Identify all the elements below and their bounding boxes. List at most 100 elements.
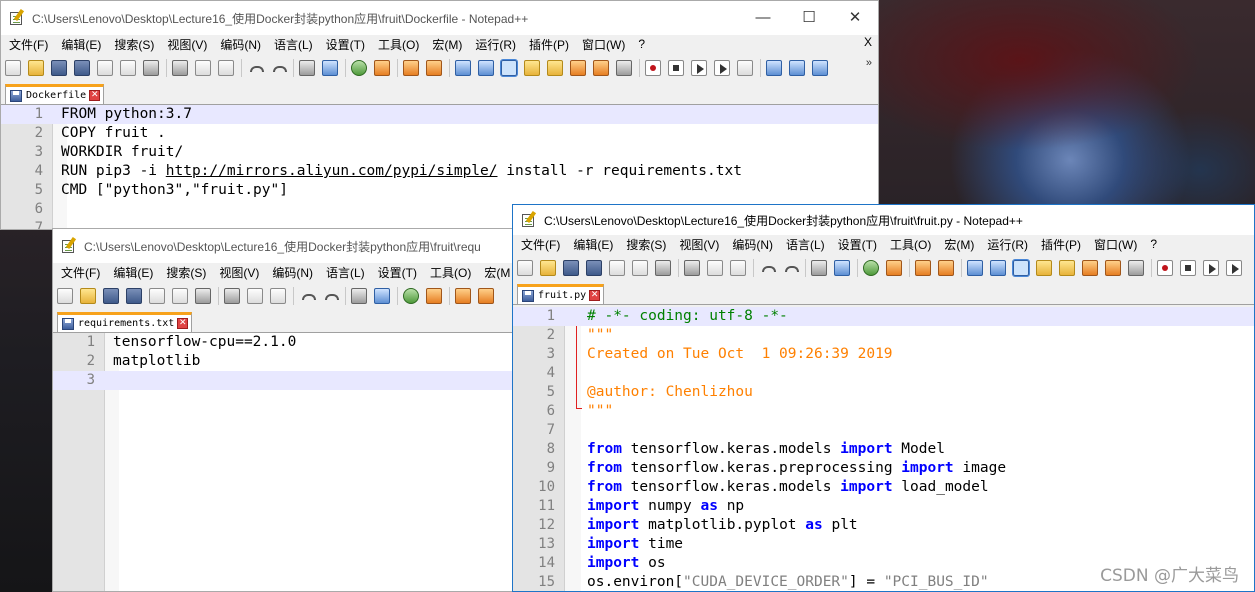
sync-vertical-icon[interactable]: [455, 288, 471, 304]
menu-settings[interactable]: 设置(T): [838, 236, 877, 253]
zoom-out-icon[interactable]: [426, 288, 442, 304]
close-document-button[interactable]: X: [864, 35, 872, 49]
tab-dockerfile[interactable]: Dockerfile ✕: [5, 84, 105, 104]
save-all-icon[interactable]: [74, 60, 90, 76]
plugin-icon-2[interactable]: [789, 60, 805, 76]
close-all-icon[interactable]: [172, 288, 188, 304]
save-all-icon[interactable]: [586, 260, 602, 276]
cut-icon[interactable]: [224, 288, 240, 304]
open-file-icon[interactable]: [540, 260, 556, 276]
menu-macro[interactable]: 宏(M): [432, 36, 462, 53]
code-editor[interactable]: 1 # -*- coding: utf-8 -*- 2 """ 3 Created o…: [513, 307, 1254, 591]
zoom-out-icon[interactable]: [886, 260, 902, 276]
find-icon[interactable]: [299, 60, 315, 76]
play-macro-icon[interactable]: [691, 60, 707, 76]
sync-horizontal-icon[interactable]: [938, 260, 954, 276]
record-macro-icon[interactable]: [645, 60, 661, 76]
cut-icon[interactable]: [172, 60, 188, 76]
menu-language[interactable]: 语言(L): [786, 236, 825, 253]
menu-encoding[interactable]: 编码(N): [272, 264, 313, 281]
print-icon[interactable]: [143, 60, 159, 76]
indent-guide-icon[interactable]: [1012, 259, 1030, 277]
find-icon[interactable]: [811, 260, 827, 276]
close-all-icon[interactable]: [120, 60, 136, 76]
plugin-icon-3[interactable]: [812, 60, 828, 76]
open-file-icon[interactable]: [80, 288, 96, 304]
function-list-icon[interactable]: [570, 60, 586, 76]
zoom-in-icon[interactable]: [351, 60, 367, 76]
menu-settings[interactable]: 设置(T): [378, 264, 417, 281]
new-file-icon[interactable]: [517, 260, 533, 276]
monitor-icon[interactable]: [1128, 260, 1144, 276]
document-map-icon[interactable]: [547, 60, 563, 76]
menu-help[interactable]: ?: [638, 37, 645, 51]
zoom-in-icon[interactable]: [863, 260, 879, 276]
new-file-icon[interactable]: [5, 60, 21, 76]
document-map-icon[interactable]: [1059, 260, 1075, 276]
notepad-window-fruit-py[interactable]: C:\Users\Lenovo\Desktop\Lecture16_使用Dock…: [512, 204, 1255, 592]
menu-macro[interactable]: 宏(M): [944, 236, 974, 253]
find-icon[interactable]: [351, 288, 367, 304]
save-icon[interactable]: [563, 260, 579, 276]
redo-icon[interactable]: [270, 60, 287, 76]
tab-fruit-py[interactable]: fruit.py ✕: [517, 284, 605, 304]
copy-icon[interactable]: [195, 60, 211, 76]
toolbar-overflow-icon[interactable]: »: [866, 57, 872, 69]
menu-search[interactable]: 搜索(S): [114, 36, 154, 53]
menu-file[interactable]: 文件(F): [61, 264, 100, 281]
close-tab-icon[interactable]: ✕: [89, 90, 101, 101]
save-icon[interactable]: [51, 60, 67, 76]
folder-workspace-icon[interactable]: [593, 60, 609, 76]
monitor-icon[interactable]: [616, 60, 632, 76]
close-button[interactable]: ✕: [832, 1, 878, 35]
menu-file[interactable]: 文件(F): [521, 236, 560, 253]
show-all-chars-icon[interactable]: [990, 260, 1006, 276]
menu-file[interactable]: 文件(F): [9, 36, 48, 53]
menu-window[interactable]: 窗口(W): [582, 36, 625, 53]
menu-search[interactable]: 搜索(S): [166, 264, 206, 281]
sync-horizontal-icon[interactable]: [426, 60, 442, 76]
notepad-window-requirements[interactable]: C:\Users\Lenovo\Desktop\Lecture16_使用Dock…: [52, 228, 522, 592]
word-wrap-icon[interactable]: [967, 260, 983, 276]
url-link[interactable]: http://mirrors.aliyun.com/pypi/simple/: [166, 163, 498, 179]
close-all-icon[interactable]: [632, 260, 648, 276]
menu-language[interactable]: 语言(L): [274, 36, 313, 53]
menu-tools[interactable]: 工具(O): [378, 36, 419, 53]
close-file-icon[interactable]: [609, 260, 625, 276]
record-macro-icon[interactable]: [1157, 260, 1173, 276]
menu-view[interactable]: 视图(V): [219, 264, 259, 281]
undo-icon[interactable]: [247, 60, 264, 76]
stop-macro-icon[interactable]: [668, 60, 684, 76]
paste-icon[interactable]: [270, 288, 286, 304]
show-all-chars-icon[interactable]: [478, 60, 494, 76]
title-bar[interactable]: C:\Users\Lenovo\Desktop\Lecture16_使用Dock…: [1, 1, 878, 35]
close-file-icon[interactable]: [149, 288, 165, 304]
sync-vertical-icon[interactable]: [915, 260, 931, 276]
menu-tools[interactable]: 工具(O): [890, 236, 931, 253]
undo-icon[interactable]: [299, 288, 316, 304]
menu-help[interactable]: ?: [1150, 237, 1157, 251]
maximize-button[interactable]: ☐: [786, 1, 832, 35]
menu-plugins[interactable]: 插件(P): [1041, 236, 1081, 253]
undo-icon[interactable]: [759, 260, 776, 276]
replace-icon[interactable]: [374, 288, 390, 304]
menu-encoding[interactable]: 编码(N): [732, 236, 773, 253]
tab-requirements[interactable]: requirements.txt ✕: [57, 312, 193, 332]
indent-guide-icon[interactable]: [500, 59, 518, 77]
menu-window[interactable]: 窗口(W): [1094, 236, 1137, 253]
play-macro-icon[interactable]: [1203, 260, 1219, 276]
menu-view[interactable]: 视图(V): [679, 236, 719, 253]
stop-macro-icon[interactable]: [1180, 260, 1196, 276]
replace-icon[interactable]: [834, 260, 850, 276]
replace-icon[interactable]: [322, 60, 338, 76]
copy-icon[interactable]: [707, 260, 723, 276]
sync-vertical-icon[interactable]: [403, 60, 419, 76]
menu-encoding[interactable]: 编码(N): [220, 36, 261, 53]
word-wrap-icon[interactable]: [455, 60, 471, 76]
menu-macro[interactable]: 宏(M: [484, 264, 510, 281]
open-file-icon[interactable]: [28, 60, 44, 76]
close-tab-icon[interactable]: ✕: [589, 290, 601, 301]
close-tab-icon[interactable]: ✕: [177, 318, 189, 329]
menu-run[interactable]: 运行(R): [987, 236, 1028, 253]
run-macro-multiple-icon[interactable]: [714, 60, 730, 76]
